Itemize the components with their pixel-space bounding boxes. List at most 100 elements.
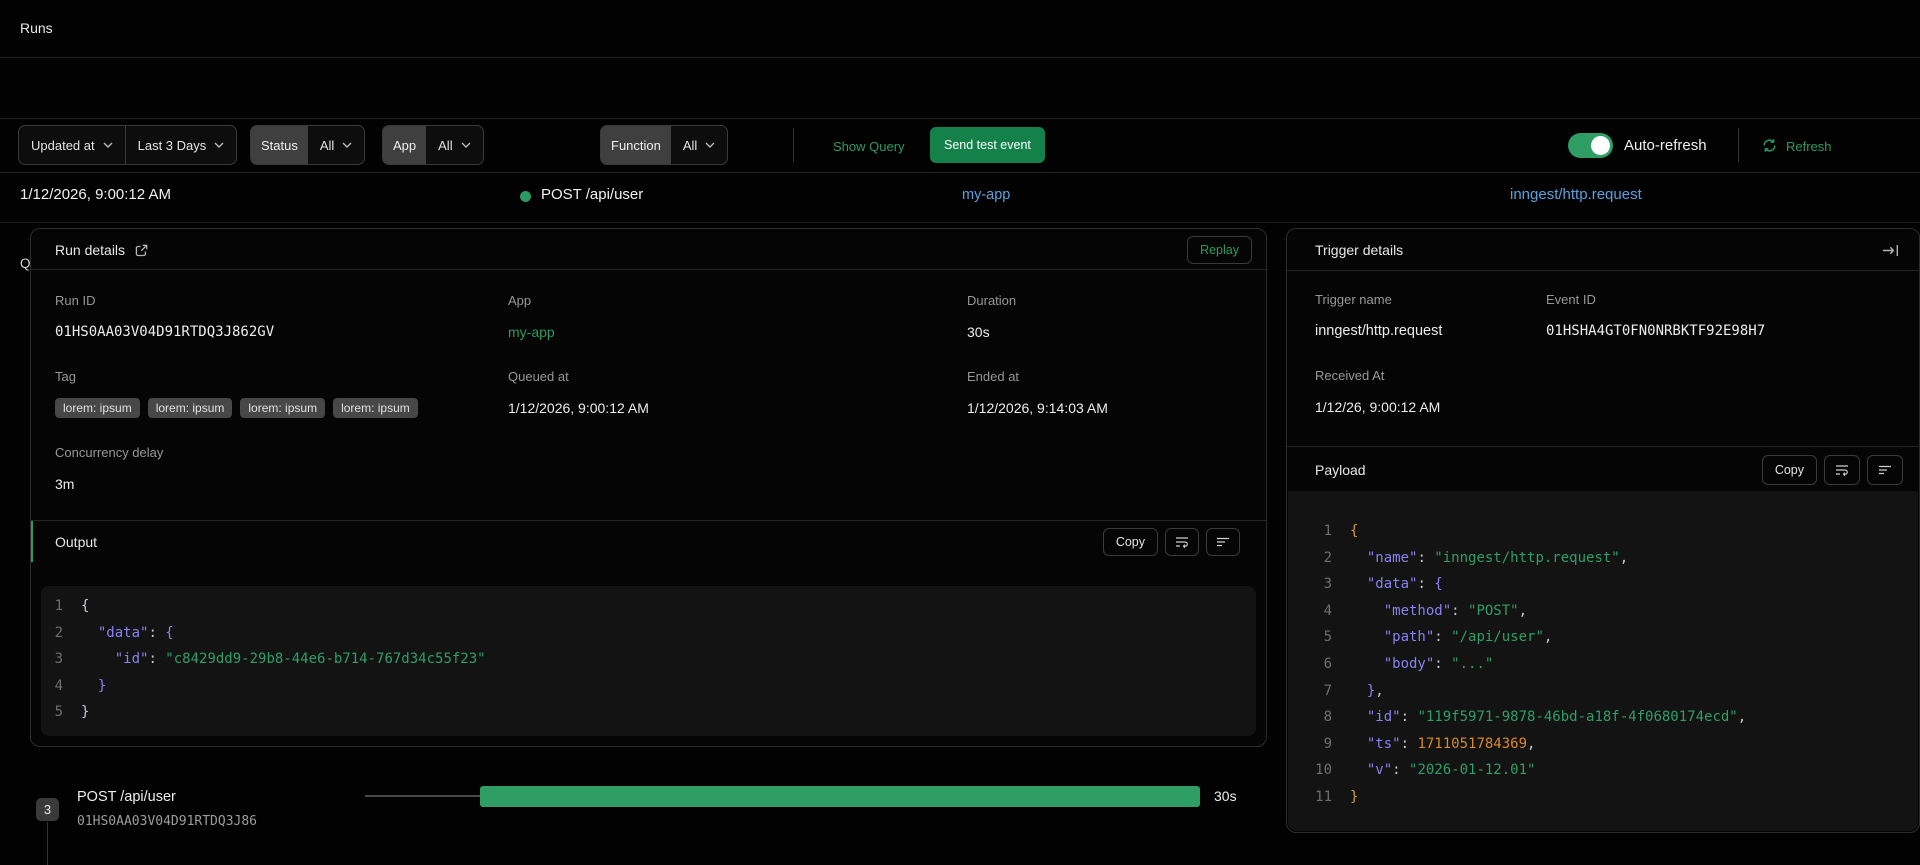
copy-payload-button[interactable]: Copy	[1761, 455, 1817, 485]
app-link[interactable]: my-app	[962, 187, 1010, 203]
section-accent	[31, 521, 33, 562]
code-line: 4 }	[53, 673, 1256, 700]
run-details-panel: Run details Replay Run ID 01HS0AA03V04D9…	[30, 228, 1267, 747]
line-number: 1	[1323, 523, 1332, 539]
trigger-details-panel: Trigger details Trigger name inngest/htt…	[1286, 228, 1920, 833]
code-token: :	[1400, 735, 1418, 752]
code-token: "ts"	[1366, 735, 1401, 752]
payload-title: Payload	[1315, 462, 1366, 478]
duration-label: Duration	[967, 293, 1017, 308]
code-line: 10 "v": "2026-01-12.01"	[1302, 757, 1918, 784]
tag-label: Tag	[55, 369, 76, 384]
line-number: 6	[1323, 655, 1332, 672]
app-value-link[interactable]: my-app	[508, 324, 555, 340]
filter-bar: Updated at Last 3 Days Status All App Al…	[0, 58, 1920, 165]
code-token: }	[97, 677, 107, 694]
code-token: "c8429dd9-29b8-44e6-b714-767d34c55f23"	[165, 651, 486, 668]
timeline-function-name[interactable]: POST /api/user	[77, 789, 176, 805]
copy-output-button[interactable]: Copy	[1102, 528, 1158, 556]
code-line: 11}	[1302, 784, 1918, 811]
wrap-text-icon-button[interactable]	[1824, 455, 1860, 485]
output-code-block: 1{2 "data": {3 "id": "c8429dd9-29b8-44e6…	[41, 586, 1256, 736]
tag-badge: lorem: ipsum	[147, 398, 233, 418]
line-number: 4	[54, 677, 63, 694]
code-line: 1{	[53, 593, 1256, 620]
code-token: :	[1417, 549, 1435, 566]
wrap-text-icon-button[interactable]	[1165, 528, 1199, 556]
code-token: ,	[1518, 602, 1528, 619]
code-token: :	[148, 651, 166, 668]
code-token: 1711051784369	[1417, 735, 1528, 752]
code-line: 5}	[53, 699, 1256, 726]
duration-value: 30s	[967, 324, 990, 340]
event-id-value: 01HSHA4GT0FN0NRBKTF92E98H7	[1546, 323, 1766, 339]
replay-button[interactable]: Replay	[1187, 236, 1252, 264]
line-number: 2	[54, 624, 63, 641]
trigger-link[interactable]: inngest/http.request	[1510, 186, 1642, 203]
timeline-duration-bar[interactable]	[480, 786, 1200, 807]
timeline-run-id: 01HS0AA03V04D91RTDQ3J86	[77, 814, 258, 829]
line-number: 3	[54, 651, 63, 668]
code-token: "id"	[1366, 709, 1401, 726]
code-line: 2 "data": {	[53, 620, 1256, 647]
line-number: 9	[1323, 735, 1332, 752]
line-number: 7	[1323, 682, 1332, 699]
line-number: 3	[1323, 576, 1332, 593]
run-table-row[interactable]: 1/12/2026, 9:00:12 AM POST /api/user my-…	[0, 173, 1920, 377]
function-cell: POST /api/user	[541, 186, 644, 203]
tag-badge: lorem: ipsum	[240, 398, 326, 418]
runs-page: Runs Updated at Last 3 Days Status All A…	[0, 0, 1920, 865]
format-icon-button[interactable]	[1867, 455, 1903, 485]
trigger-details-title: Trigger details	[1315, 242, 1404, 258]
code-line: 9 "ts": 1711051784369,	[1302, 731, 1918, 758]
code-line: 2 "name": "inngest/http.request",	[1302, 545, 1918, 572]
code-token: "119f5971-9878-46bd-a18f-4f0680174ecd"	[1417, 709, 1738, 726]
run-details-title: Run details	[55, 242, 126, 258]
table-header-row: Queued at Function App Trigger	[0, 119, 1920, 271]
tag-list: lorem: ipsum lorem: ipsum lorem: ipsum lore…	[55, 398, 418, 418]
timeline-duration-label: 30s	[1214, 788, 1237, 804]
trigger-name-label: Trigger name	[1315, 292, 1392, 307]
code-token: "body"	[1383, 655, 1435, 672]
code-token: "data"	[1366, 576, 1418, 593]
code-token: :	[1434, 629, 1452, 646]
code-token: {	[165, 624, 174, 641]
collapse-panel-icon[interactable]	[1882, 244, 1899, 257]
line-number: 2	[1323, 549, 1332, 566]
code-token: }	[1366, 682, 1376, 699]
code-token: "/api/user"	[1451, 629, 1544, 646]
code-token: :	[1451, 602, 1469, 619]
output-section-header: Output Copy	[31, 520, 1266, 562]
code-line: 3 "data": {	[1302, 571, 1918, 598]
received-at-label: Received At	[1315, 368, 1385, 383]
code-token: ,	[1375, 682, 1384, 699]
format-icon-button[interactable]	[1206, 528, 1240, 556]
page-title: Runs	[20, 20, 53, 36]
code-token: "POST"	[1468, 602, 1519, 619]
status-dot-icon	[520, 191, 531, 202]
external-link-icon[interactable]	[134, 243, 149, 258]
code-line: 1{	[1302, 518, 1918, 545]
payload-code-block: 1{2 "name": "inngest/http.request", 3 "da…	[1288, 491, 1918, 831]
code-line: 7 },	[1302, 678, 1918, 705]
timeline-lead-line	[365, 795, 480, 797]
code-token: ,	[1737, 709, 1747, 726]
line-number: 4	[1323, 602, 1332, 619]
code-token: ,	[1619, 549, 1629, 566]
timeline-connector	[47, 822, 48, 865]
line-number: 5	[54, 704, 63, 721]
code-token: :	[1400, 709, 1418, 726]
code-line: 6 "body": "..."	[1302, 651, 1918, 678]
code-token: "inngest/http.request"	[1434, 549, 1620, 566]
code-line: 4 "method": "POST",	[1302, 598, 1918, 625]
concurrency-delay-label: Concurrency delay	[55, 445, 164, 460]
step-count-badge: 3	[36, 798, 59, 821]
tag-badge: lorem: ipsum	[333, 398, 418, 418]
